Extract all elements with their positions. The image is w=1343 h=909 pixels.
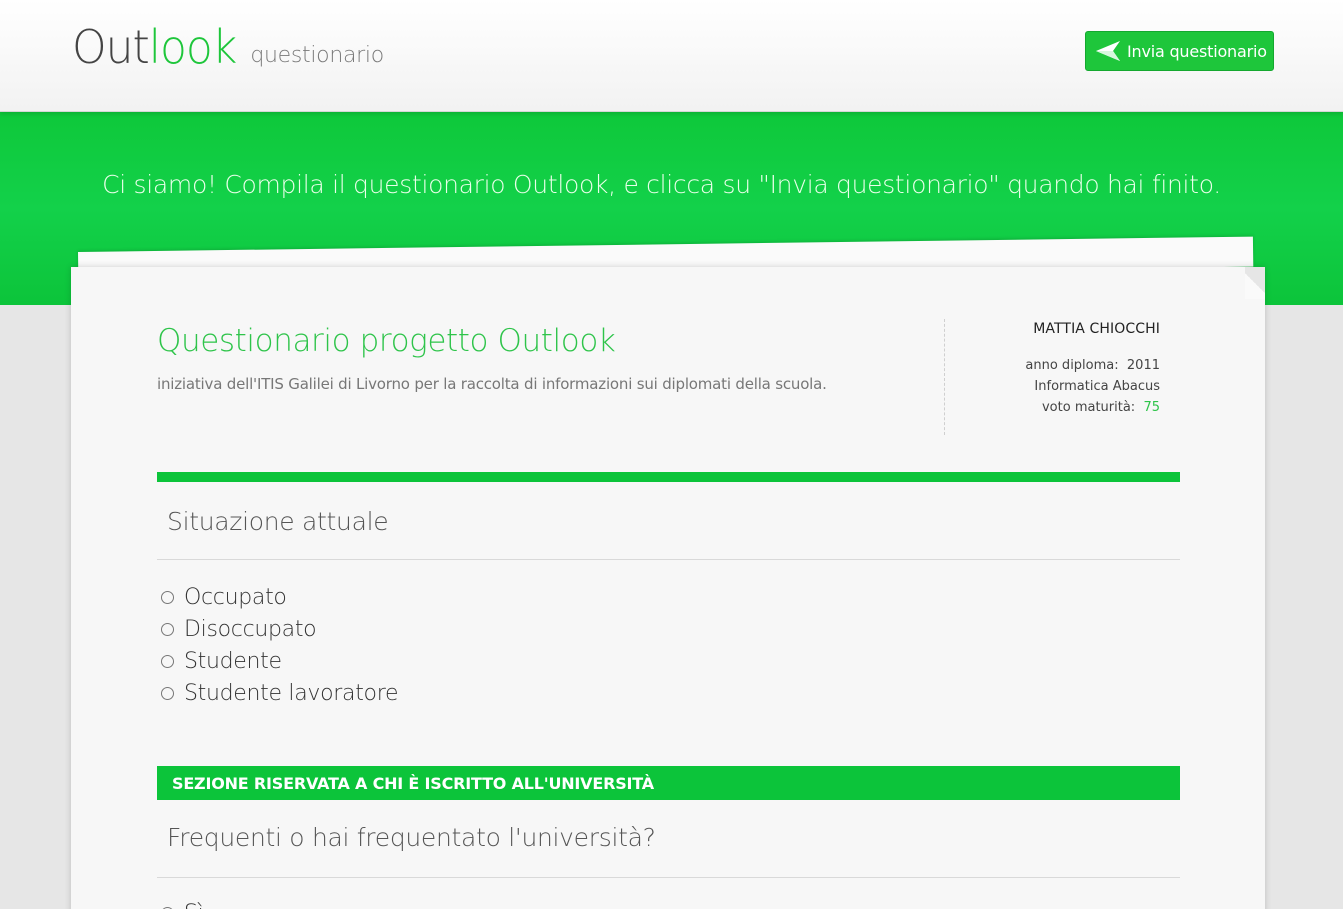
send-questionnaire-button[interactable]: Invia questionario	[1085, 31, 1274, 71]
diploma-year-label: anno diploma:	[1025, 358, 1119, 373]
option-label: Sì	[184, 901, 204, 909]
diploma-year-row: anno diploma: 2011	[951, 355, 1160, 376]
radio-button[interactable]	[161, 590, 174, 604]
section-title-current-situation: Situazione attuale	[167, 507, 389, 536]
radio-button[interactable]	[161, 686, 174, 700]
grade-row: voto maturità: 75	[951, 397, 1160, 418]
option-occupato[interactable]: Occupato	[161, 581, 398, 613]
intro-text: Ci siamo! Compila il questionario Outloo…	[102, 170, 1221, 199]
paper-plane-icon	[1096, 41, 1120, 61]
vertical-divider	[944, 319, 945, 435]
university-options: Sì	[161, 897, 204, 909]
questionnaire-title: Questionario progetto Outlook	[157, 323, 616, 359]
questionnaire-description: iniziativa dell'ITIS Galilei di Livorno …	[157, 375, 827, 393]
grade-value: 75	[1143, 400, 1160, 415]
option-label: Studente lavoratore	[184, 680, 399, 706]
question-divider	[157, 877, 1180, 878]
option-si[interactable]: Sì	[161, 897, 204, 909]
university-question: Frequenti o hai frequentato l'università…	[167, 823, 656, 852]
option-label: Disoccupato	[184, 616, 317, 642]
university-section-banner: SEZIONE RISERVATA A CHI È ISCRITTO ALL'U…	[157, 766, 1180, 800]
user-name: MATTIA CHIOCCHI	[1033, 321, 1160, 337]
logo-part-1: Out	[72, 20, 150, 75]
radio-button[interactable]	[161, 622, 174, 636]
radio-button[interactable]	[161, 654, 174, 668]
logo-part-2: look	[148, 20, 238, 75]
app-logo: Outlook	[72, 24, 237, 72]
option-studente[interactable]: Studente	[161, 645, 398, 677]
section-top-bar	[157, 472, 1180, 482]
grade-label: voto maturità:	[1041, 400, 1136, 415]
app-subtitle: questionario	[250, 43, 384, 68]
option-studente-lavoratore[interactable]: Studente lavoratore	[161, 677, 399, 709]
option-label: Studente	[184, 648, 282, 674]
section-divider	[157, 559, 1180, 560]
diploma-year-value: 2011	[1126, 358, 1160, 373]
current-situation-options: Occupato Disoccupato Studente Studente l…	[161, 581, 399, 709]
user-info: MATTIA CHIOCCHI anno diploma: 2011 Infor…	[951, 321, 1160, 418]
option-label: Occupato	[184, 584, 287, 610]
top-header: Outlook questionario Invia questionario	[0, 0, 1343, 112]
brand: Outlook questionario	[72, 24, 384, 86]
option-disoccupato[interactable]: Disoccupato	[161, 613, 398, 645]
page-fold-corner	[1245, 267, 1265, 299]
send-button-label: Invia questionario	[1127, 41, 1267, 61]
questionnaire-card: Questionario progetto Outlook iniziativa…	[71, 267, 1265, 909]
course-name: Informatica Abacus	[1034, 379, 1160, 394]
user-details: anno diploma: 2011 Informatica Abacus vo…	[951, 355, 1160, 418]
